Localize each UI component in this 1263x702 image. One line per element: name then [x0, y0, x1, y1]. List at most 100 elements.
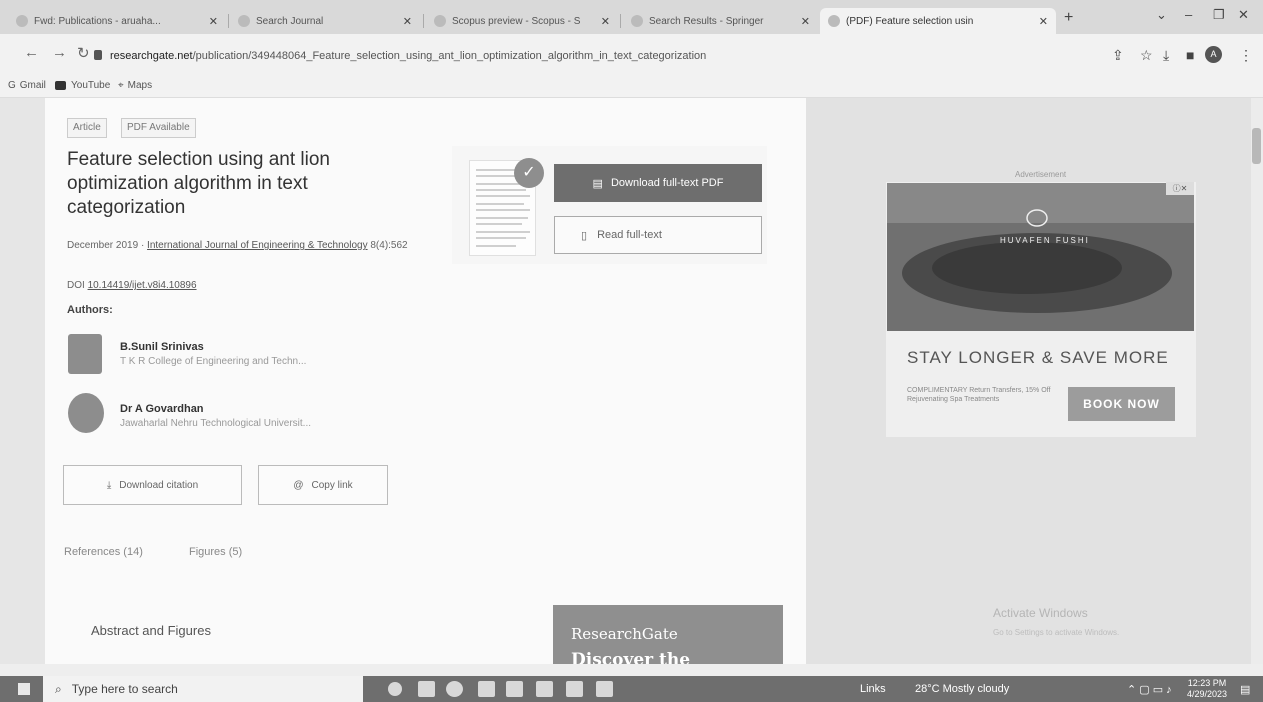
- word-icon[interactable]: [596, 681, 613, 697]
- doi-link[interactable]: 10.14419/ijet.v8i4.10896: [88, 280, 197, 291]
- forward-icon[interactable]: →: [52, 44, 67, 61]
- bookmark-youtube[interactable]: YouTube: [55, 80, 110, 91]
- maps-icon: ⌖: [118, 80, 124, 91]
- close-icon[interactable]: ✕: [801, 15, 810, 28]
- bookmark-label: YouTube: [71, 80, 111, 91]
- navigation-bar: ← → ↻ researchgate.net/publication/34944…: [0, 34, 1263, 74]
- weather-widget[interactable]: 28°C Mostly cloudy: [915, 683, 1009, 695]
- ad-resort-image[interactable]: [887, 183, 1194, 331]
- window-close-icon[interactable]: ✕: [1238, 7, 1249, 23]
- author-affiliation: Jawaharlal Nehru Technological Universit…: [120, 418, 312, 429]
- chrome-window-icon[interactable]: [536, 681, 553, 697]
- tab-references[interactable]: References (14): [64, 546, 143, 558]
- menu-icon[interactable]: ⋮: [1239, 47, 1253, 64]
- url-host: researchgate.net: [110, 50, 193, 62]
- address-bar[interactable]: researchgate.net/publication/349448064_F…: [110, 50, 706, 62]
- notification-icon[interactable]: ▤: [1240, 683, 1250, 696]
- promo-line-2: Discover the: [571, 650, 691, 664]
- system-tray-icons[interactable]: ⌃ ▢ ▭ ♪: [1127, 683, 1172, 696]
- tab-separator: [423, 14, 424, 28]
- windows-start-icon[interactable]: [18, 683, 30, 695]
- maximize-icon[interactable]: ❐: [1213, 7, 1225, 23]
- minimize-icon[interactable]: –: [1185, 7, 1192, 22]
- tab-search-icon[interactable]: ⌄: [1156, 7, 1167, 23]
- side-panel-icon[interactable]: ■: [1186, 47, 1194, 63]
- read-full-text-button[interactable]: ▯ Read full-text: [554, 216, 762, 254]
- article-type-badge: Article: [67, 118, 107, 138]
- lock-icon: [94, 50, 102, 60]
- scrollbar-thumb[interactable]: [1252, 128, 1261, 164]
- browser-tab[interactable]: Search Journal ✕: [230, 8, 420, 34]
- mail-icon: [16, 15, 28, 27]
- clock-time: 12:23 PM: [1187, 678, 1227, 688]
- scrollbar[interactable]: [1251, 98, 1263, 664]
- bookmark-maps[interactable]: ⌖ Maps: [118, 80, 152, 91]
- windows-taskbar: ⌕ Type here to search Links 28°C Mostly …: [0, 676, 1263, 702]
- star-icon[interactable]: ☆: [1140, 47, 1153, 64]
- button-label: Read full-text: [597, 229, 662, 241]
- url-path: /publication/349448064_Feature_selection…: [192, 50, 707, 62]
- profile-avatar[interactable]: A: [1205, 46, 1222, 63]
- taskbar-search[interactable]: ⌕ Type here to search: [43, 676, 363, 702]
- download-full-text-pdf-button[interactable]: ▤ Download full-text PDF: [554, 164, 762, 202]
- ad-subtext: COMPLIMENTARY Return Transfers, 15% Off …: [907, 387, 1051, 403]
- file-explorer-icon[interactable]: [478, 681, 495, 697]
- author-avatar[interactable]: [68, 393, 104, 433]
- pdf-available-badge: PDF Available: [121, 118, 196, 138]
- researchgate-promo[interactable]: ResearchGate Discover the: [553, 605, 783, 664]
- island-image: [887, 183, 1194, 331]
- researchgate-icon: [828, 15, 840, 27]
- new-tab-button[interactable]: +: [1064, 9, 1073, 27]
- tab-title: Search Results - Springer: [649, 15, 764, 27]
- app-icon[interactable]: [506, 681, 523, 697]
- links-toolbar[interactable]: Links: [860, 683, 886, 695]
- photos-icon[interactable]: [566, 681, 583, 697]
- close-icon[interactable]: ✕: [601, 15, 610, 28]
- browser-tab[interactable]: Fwd: Publications - aruaha... ✕: [8, 8, 226, 34]
- share-icon[interactable]: ⇪: [1112, 47, 1124, 64]
- browser-tab-active[interactable]: (PDF) Feature selection usin ✕: [820, 8, 1056, 34]
- back-icon[interactable]: ←: [24, 44, 39, 61]
- browser-tab[interactable]: Search Results - Springer ✕: [623, 8, 818, 34]
- cortana-icon[interactable]: [388, 682, 402, 696]
- book-now-button[interactable]: BOOK NOW: [1068, 387, 1175, 421]
- gmail-icon: G: [8, 80, 16, 91]
- ad-label: Advertisement: [1015, 170, 1067, 179]
- bookmark-label: Maps: [127, 80, 153, 91]
- clock-date: 4/29/2023: [1187, 689, 1228, 699]
- journal-link[interactable]: International Journal of Engineering & T…: [147, 240, 368, 251]
- button-label: Download citation: [119, 479, 199, 491]
- scopus-icon: [434, 15, 446, 27]
- abstract-heading: Abstract and Figures: [91, 623, 211, 638]
- journal-volume: 8(4):562: [370, 240, 408, 251]
- check-icon: ✓: [514, 158, 544, 188]
- publication-date: December 2019: [67, 240, 139, 251]
- tab-figures[interactable]: Figures (5): [189, 546, 242, 558]
- doi-line: DOI 10.14419/ijet.v8i4.10896: [67, 280, 197, 291]
- task-view-icon[interactable]: [418, 681, 435, 697]
- clock[interactable]: 12:23 PM 4/29/2023: [1187, 678, 1227, 700]
- author-name[interactable]: B.Sunil Srinivas: [120, 341, 204, 353]
- bookmark-gmail[interactable]: G Gmail: [8, 80, 46, 91]
- youtube-icon: [55, 81, 66, 90]
- ad-headline: STAY LONGER & SAVE MORE: [907, 348, 1169, 367]
- chrome-icon[interactable]: [446, 681, 463, 697]
- download-icon: ⤓: [106, 479, 112, 491]
- globe-icon: [238, 15, 250, 27]
- close-icon[interactable]: ✕: [403, 15, 412, 28]
- author-avatar[interactable]: [68, 334, 102, 374]
- close-icon[interactable]: ✕: [1039, 15, 1048, 28]
- copy-link-button[interactable]: @ Copy link: [258, 465, 388, 505]
- ad-brand: HUVAFEN FUSHI: [1000, 236, 1090, 245]
- reload-icon[interactable]: ↻: [77, 44, 90, 62]
- doi-label: DOI: [67, 280, 85, 291]
- browser-tab[interactable]: Scopus preview - Scopus - S ✕: [426, 8, 618, 34]
- close-icon[interactable]: ✕: [209, 15, 218, 28]
- document-icon: ▯: [581, 229, 588, 242]
- publication-info: December 2019 · International Journal of…: [67, 240, 408, 251]
- download-icon[interactable]: ⤓: [1163, 47, 1169, 64]
- download-citation-button[interactable]: ⤓ Download citation: [63, 465, 242, 505]
- ad-close-icon[interactable]: ⓘ✕: [1166, 182, 1194, 195]
- activate-windows-subtitle: Go to Settings to activate Windows.: [993, 628, 1120, 637]
- author-name[interactable]: Dr A Govardhan: [120, 403, 204, 415]
